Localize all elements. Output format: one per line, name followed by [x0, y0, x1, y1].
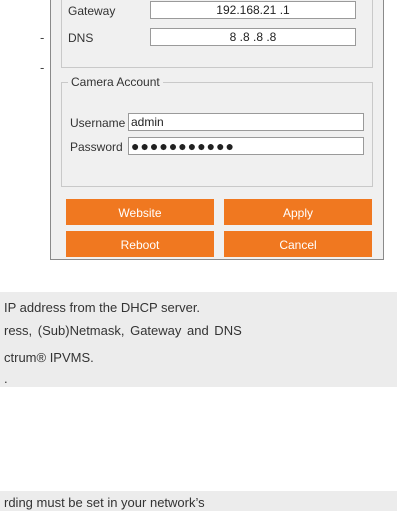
- password-row: Password: [70, 137, 364, 157]
- left-text-fragment: -: [40, 30, 45, 45]
- camera-account-group: Camera Account Username Password: [61, 75, 373, 187]
- dns-label: DNS: [68, 31, 94, 45]
- reboot-button[interactable]: Reboot: [66, 231, 214, 257]
- info-note: IP address from the DHCP server. ress, (…: [0, 292, 397, 387]
- note-line: .: [4, 371, 8, 386]
- note-line: ctrum® IPVMS.: [4, 350, 94, 365]
- dns-field[interactable]: 8 .8 .8 .8: [150, 28, 356, 46]
- left-text-fragment: -: [40, 60, 45, 75]
- username-row: Username: [70, 113, 364, 133]
- gateway-row: Gateway 192.168.21 .1: [62, 1, 372, 23]
- username-input[interactable]: [128, 113, 364, 131]
- note-line: rding must be set in your network’s: [4, 495, 205, 510]
- camera-account-legend: Camera Account: [71, 75, 160, 89]
- website-button[interactable]: Website: [66, 199, 214, 225]
- username-label: Username: [70, 116, 126, 130]
- note-line: IP address from the DHCP server.: [4, 300, 201, 315]
- gateway-label: Gateway: [68, 4, 116, 18]
- apply-button[interactable]: Apply: [224, 199, 372, 225]
- password-input[interactable]: [128, 137, 364, 155]
- cancel-button[interactable]: Cancel: [224, 231, 372, 257]
- info-note: rding must be set in your network’s: [0, 491, 397, 511]
- ip-settings-dialog: Gateway 192.168.21 .1 DNS 8 .8 .8 .8 Cam…: [50, 0, 384, 260]
- password-label: Password: [70, 140, 123, 154]
- dns-row: DNS 8 .8 .8 .8: [62, 28, 372, 50]
- note-line: ress, (Sub)Netmask, Gateway and DNS: [4, 323, 242, 338]
- network-settings-group: Gateway 192.168.21 .1 DNS 8 .8 .8 .8: [61, 0, 373, 68]
- gateway-field[interactable]: 192.168.21 .1: [150, 1, 356, 19]
